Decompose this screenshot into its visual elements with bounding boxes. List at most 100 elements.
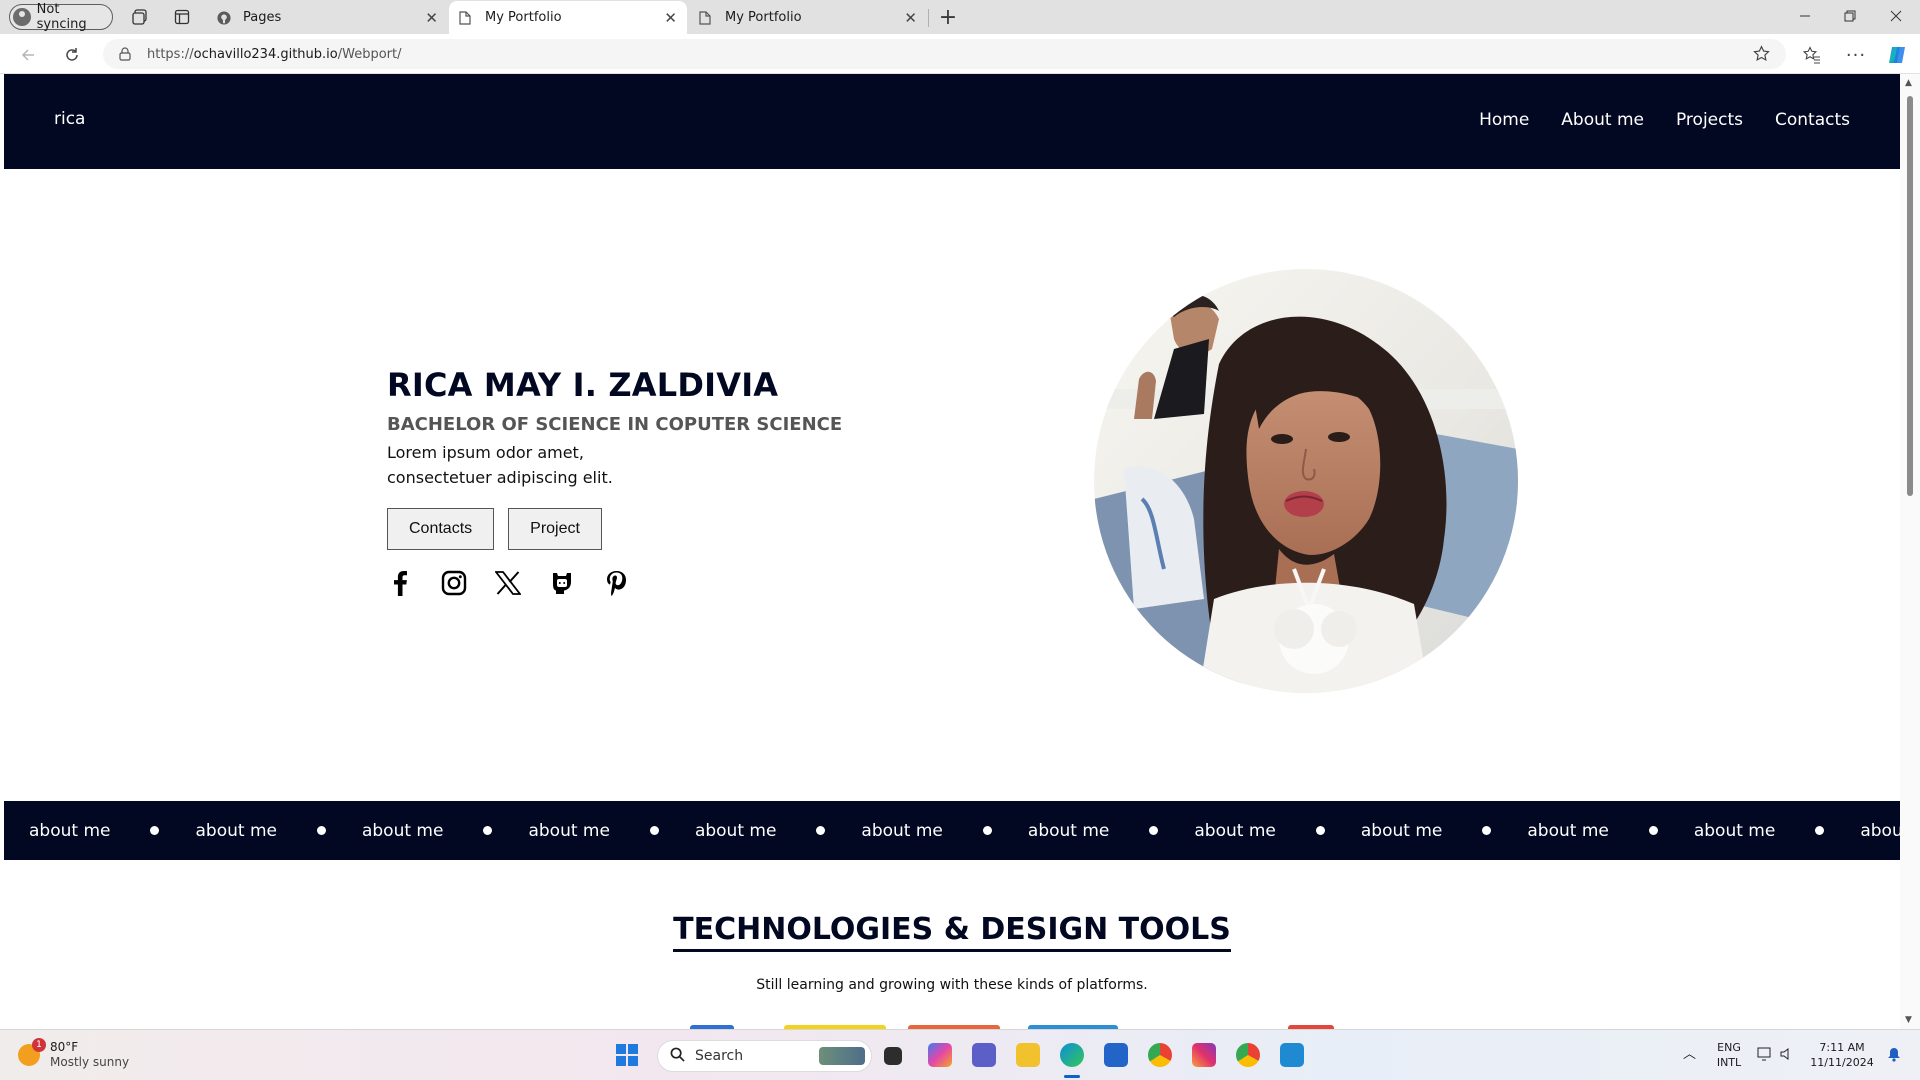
favorite-star-icon[interactable]	[1753, 45, 1770, 66]
workspaces-icon[interactable]	[130, 8, 150, 26]
volume-icon[interactable]	[1780, 1047, 1794, 1065]
x-twitter-icon[interactable]	[495, 570, 521, 596]
scroll-down-arrow-icon[interactable]: ▼	[1905, 1015, 1912, 1025]
hero-description-line: Lorem ipsum odor amet,	[387, 443, 584, 462]
url-host: ochavillo234.github.io	[193, 46, 338, 62]
weather-temperature: 80°F	[50, 1040, 79, 1054]
ticker-item: about me	[1194, 821, 1360, 841]
favorites-icon[interactable]	[1799, 42, 1825, 68]
about-me-ticker: about me about me about me about me abou…	[4, 801, 1900, 860]
nav-projects-link[interactable]: Projects	[1676, 110, 1743, 130]
url-path: /Webport/	[337, 46, 402, 62]
windows-taskbar: 1 80°F Mostly sunny Search ︿ ENG INTL 7:…	[0, 1029, 1920, 1080]
pinterest-icon[interactable]	[603, 570, 629, 596]
active-app-indicator	[1064, 1075, 1080, 1078]
hero-text-block: RICA MAY I. ZALDIVIA BACHELOR OF SCIENCE…	[387, 366, 947, 596]
profile-sync-button[interactable]: Not syncing	[9, 2, 113, 32]
ticker-item: about me	[1361, 821, 1527, 841]
contacts-button[interactable]: Contacts	[387, 508, 495, 550]
nav-about-link[interactable]: About me	[1561, 110, 1644, 130]
keyboard-layout: INTL	[1716, 1056, 1742, 1069]
clock-time: 7:11 AM	[1819, 1041, 1865, 1054]
site-nav-links: Home About me Projects Contacts	[1479, 110, 1850, 130]
teams-icon[interactable]	[972, 1043, 996, 1067]
new-tab-icon[interactable]: +	[936, 5, 960, 30]
close-tab-icon[interactable]: ✕	[904, 9, 917, 27]
refresh-icon[interactable]	[59, 42, 85, 68]
tab-my-portfolio-active[interactable]: My Portfolio ✕	[449, 1, 687, 34]
vertical-tabs-icon[interactable]	[172, 8, 192, 26]
network-icon[interactable]	[1757, 1047, 1773, 1065]
tab-title: Pages	[243, 10, 282, 25]
language-indicator[interactable]: ENG INTL	[1714, 1040, 1744, 1070]
nav-contacts-link[interactable]: Contacts	[1775, 110, 1850, 130]
ticker-item: about me	[528, 821, 694, 841]
search-placeholder: Search	[695, 1048, 744, 1064]
tech-section-subtitle: Still learning and growing with these ki…	[756, 977, 1148, 993]
page-favicon-icon	[459, 10, 473, 25]
social-links	[387, 570, 947, 596]
sun-weather-icon: 1	[18, 1038, 46, 1066]
page-scrollbar[interactable]: ▲ ▼	[1900, 74, 1920, 1029]
tech-section-heading: TECHNOLOGIES & DESIGN TOOLS	[673, 912, 1231, 952]
close-tab-icon[interactable]: ✕	[664, 9, 677, 27]
instagram-app-icon[interactable]	[1192, 1043, 1216, 1067]
copilot-app-icon[interactable]	[928, 1043, 952, 1067]
project-button[interactable]: Project	[508, 508, 602, 550]
hero-degree-subtitle: BACHELOR OF SCIENCE IN COPUTER SCIENCE	[387, 414, 843, 435]
restore-icon[interactable]	[1840, 6, 1860, 26]
weather-condition: Mostly sunny	[50, 1055, 130, 1069]
github-icon[interactable]	[549, 570, 575, 596]
hero-buttons: Contacts Project	[387, 508, 947, 550]
ticker-item: about me	[29, 821, 195, 841]
search-icon	[670, 1047, 685, 1066]
clock[interactable]: 7:11 AM 11/11/2024	[1808, 1040, 1876, 1070]
facebook-icon[interactable]	[387, 570, 413, 596]
chrome-icon[interactable]	[1148, 1043, 1172, 1067]
file-explorer-icon[interactable]	[1016, 1043, 1040, 1067]
close-window-icon[interactable]	[1886, 6, 1906, 26]
microsoft-store-icon[interactable]	[1104, 1043, 1128, 1067]
tab-pages[interactable]: Pages ✕	[207, 1, 448, 34]
ticker-item: about me	[1028, 821, 1194, 841]
browser-toolbar: https://ochavillo234.github.io/Webport/ …	[0, 34, 1920, 74]
ticker-item: about me	[861, 821, 1027, 841]
vscode-icon[interactable]	[1280, 1043, 1304, 1067]
profile-sync-label: Not syncing	[36, 2, 87, 32]
browser-tab-strip: Not syncing Pages ✕ My Portfolio ✕ My Po…	[0, 0, 1920, 34]
taskbar-search-box[interactable]: Search	[657, 1040, 872, 1072]
profile-photo	[1094, 269, 1518, 693]
weather-widget[interactable]: 1 80°F Mostly sunny	[18, 1038, 130, 1070]
instagram-icon[interactable]	[441, 570, 467, 596]
site-brand[interactable]: rica	[54, 109, 85, 129]
search-highlight-image	[819, 1047, 865, 1065]
clock-date: 11/11/2024	[1810, 1056, 1874, 1069]
copilot-icon[interactable]	[1884, 42, 1910, 68]
minimize-icon[interactable]	[1795, 6, 1815, 26]
tab-title: My Portfolio	[725, 10, 802, 25]
lock-icon[interactable]	[119, 47, 131, 61]
nav-home-link[interactable]: Home	[1479, 110, 1529, 130]
task-view-icon[interactable]	[884, 1047, 902, 1065]
weather-alert-badge: 1	[32, 1038, 46, 1052]
chrome-profile-icon[interactable]	[1236, 1043, 1260, 1067]
hero-name-heading: RICA MAY I. ZALDIVIA	[387, 366, 779, 404]
profile-avatar-icon	[13, 8, 31, 26]
tab-my-portfolio[interactable]: My Portfolio ✕	[689, 1, 927, 34]
notification-bell-icon[interactable]	[1887, 1047, 1901, 1066]
show-hidden-icons-chevron-icon[interactable]: ︿	[1683, 1047, 1696, 1062]
ticker-item: about me	[195, 821, 361, 841]
ticker-item: about me	[362, 821, 528, 841]
windows-start-icon[interactable]	[616, 1044, 638, 1066]
more-options-icon[interactable]: ···	[1843, 42, 1869, 68]
language-code: ENG	[1717, 1041, 1741, 1054]
scrollbar-thumb[interactable]	[1907, 96, 1913, 496]
ticker-item: about me	[1694, 821, 1860, 841]
ticker-item: about me	[1860, 820, 1900, 841]
scroll-up-arrow-icon[interactable]: ▲	[1905, 78, 1912, 88]
close-tab-icon[interactable]: ✕	[425, 9, 438, 27]
edge-browser-icon[interactable]	[1060, 1043, 1084, 1067]
address-bar[interactable]: https://ochavillo234.github.io/Webport/	[103, 39, 1786, 69]
back-arrow-icon[interactable]	[15, 42, 41, 68]
page-favicon-icon	[699, 10, 713, 25]
